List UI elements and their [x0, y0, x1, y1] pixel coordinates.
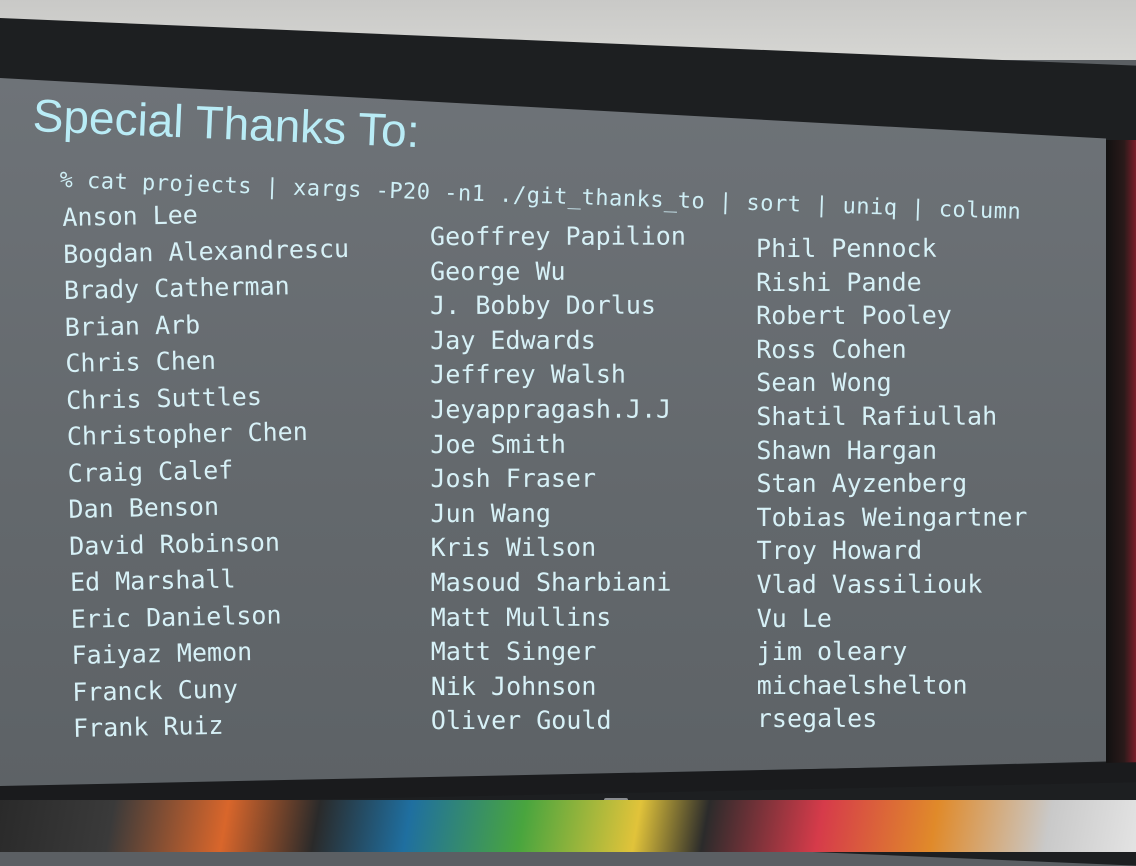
contributor-name: Chris Suttles	[65, 381, 263, 415]
contributor-name: Craig Calef	[67, 454, 234, 488]
contributor-name: Matt Singer	[430, 636, 597, 667]
contributor-name: Jeffrey Walsh	[430, 360, 626, 390]
colorful-floor	[0, 800, 1136, 852]
contributor-name: Brady Catherman	[63, 271, 290, 305]
names-column-1: Anson Lee Bogdan Alexandrescu Brady Cather…	[62, 194, 359, 747]
contributor-name: J. Bobby Dorlus	[430, 290, 656, 321]
contributor-name: Brian Arb	[64, 309, 201, 342]
contributor-name: Phil Pennock	[756, 233, 937, 263]
contributor-name: Eric Danielson	[70, 599, 282, 634]
contributor-name: Rishi Pande	[756, 267, 922, 297]
contributor-name: rsegales	[756, 704, 878, 734]
contributor-name: Anson Lee	[62, 200, 199, 232]
contributor-name: Josh Fraser	[430, 463, 597, 494]
names-column-3: Phil Pennock Rishi Pande Robert Pooley Ross…	[756, 232, 1028, 736]
screen-right-edge	[1106, 140, 1136, 780]
contributor-name: Masoud Sharbiani	[430, 567, 672, 597]
contributor-name: Shatil Rafiullah	[756, 401, 998, 431]
contributor-name: Faiyaz Memon	[71, 637, 253, 670]
contributor-name: Nik Johnson	[430, 671, 597, 701]
contributor-name: Ed Marshall	[69, 564, 236, 597]
contributor-name: Tobias Weingartner	[756, 502, 1028, 532]
contributor-name: Vu Le	[756, 603, 832, 633]
contributor-name: Frank Ruiz	[72, 710, 224, 743]
contributor-name: Oliver Gould	[430, 705, 612, 736]
contributor-name: Chris Chen	[65, 345, 217, 378]
contributor-name: Robert Pooley	[756, 300, 952, 331]
contributor-name: Geoffrey Papilion	[430, 221, 686, 251]
contributor-name: Matt Mullins	[430, 602, 612, 632]
contributor-name: Franck Cuny	[72, 673, 239, 707]
contributor-name: jim oleary	[756, 636, 908, 667]
contributor-name: Jun Wang	[430, 498, 551, 528]
contributor-name: Christopher Chen	[66, 416, 309, 451]
contributor-name: George Wu	[430, 256, 566, 286]
contributor-name: Kris Wilson	[430, 533, 597, 563]
contributor-name: Sean Wong	[756, 368, 892, 398]
contributor-name: michaelshelton	[756, 670, 968, 700]
contributor-name: Stan Ayzenberg	[756, 468, 968, 499]
contributor-name: Jay Edwards	[430, 325, 596, 355]
contributor-name: Dan Benson	[68, 491, 220, 524]
contributor-name: Ross Cohen	[756, 334, 907, 364]
contributor-name: Joe Smith	[430, 429, 566, 459]
contributor-name: Bogdan Alexandrescu	[62, 233, 350, 269]
contributor-name: Vlad Vassiliouk	[756, 569, 983, 599]
names-column-2: Geoffrey Papilion George Wu J. Bobby Dorlu…	[430, 220, 687, 739]
contributor-name: Shawn Hargan	[756, 435, 938, 465]
contributor-name: David Robinson	[68, 527, 281, 561]
contributor-name: Jeyappragash.J.J	[430, 394, 672, 424]
contributor-name: Troy Howard	[756, 536, 923, 566]
